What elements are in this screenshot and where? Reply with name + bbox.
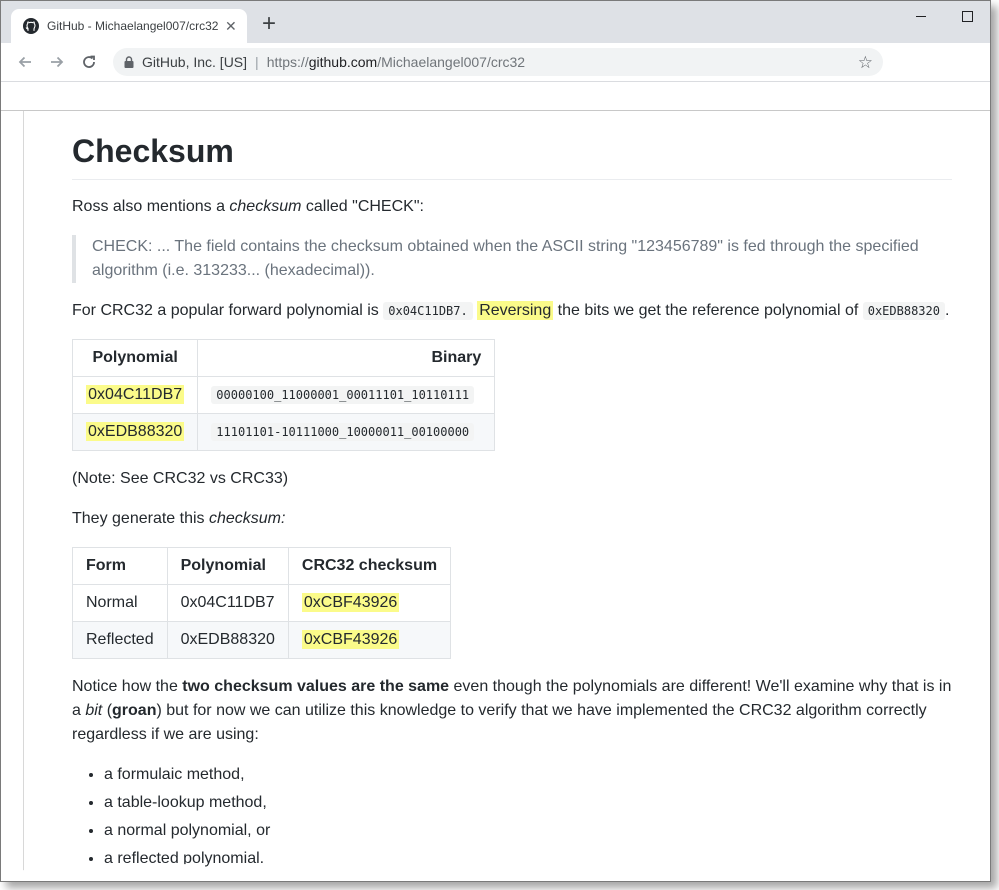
check-quote: CHECK: ... The field contains the checks… [72, 235, 952, 283]
page-left-rule [23, 111, 24, 881]
torn-edge [1, 864, 990, 881]
reflected-polynomial-code: 0xEDB88320 [862, 302, 945, 320]
minimize-icon[interactable] [898, 1, 944, 31]
generate-emphasis: checksum: [208, 510, 286, 527]
maximize-icon[interactable] [944, 1, 990, 31]
intro-text-end: called "CHECK": [301, 198, 424, 215]
new-tab-icon[interactable]: + [262, 12, 276, 36]
table-header-row: Form Polynomial CRC32 checksum [72, 547, 452, 585]
list-item: a table-lookup method, [104, 789, 952, 817]
window-controls [898, 1, 990, 31]
address-bar[interactable]: GitHub, Inc. [US] | https://github.com/M… [113, 48, 883, 76]
table-header: Polynomial [71, 339, 199, 377]
table-row: 0xEDB88320 11101101-10111000_10000011_00… [71, 413, 496, 451]
generate-paragraph: They generate this checksum: [72, 507, 952, 531]
forward-polynomial-code: 0x04C11DB7. [383, 302, 473, 320]
table-cell: Reflected [72, 621, 168, 659]
notice-text-3: ( [102, 702, 113, 719]
poly-text: For CRC32 a popular forward polynomial i… [72, 302, 384, 319]
generate-text: They generate this [72, 510, 209, 527]
table-header: Binary [197, 339, 496, 377]
table-row: Reflected 0xEDB88320 0xCBF43926 [72, 621, 452, 659]
checksum-value: 0xCBF43926 [301, 630, 400, 649]
polynomial-binary-table: Polynomial Binary 0x04C11DB7 00000100_11… [71, 339, 496, 451]
checksum-value: 0xCBF43926 [301, 593, 400, 612]
poly-text-end: . [944, 302, 950, 319]
checksum-table: Form Polynomial CRC32 checksum Normal 0x… [72, 547, 452, 659]
table-header-row: Polynomial Binary [71, 339, 496, 377]
table-cell: 0xCBF43926 [287, 621, 452, 659]
table-cell: 0x04C11DB7 [166, 584, 289, 622]
forward-icon[interactable] [47, 52, 67, 72]
bookmark-star-icon[interactable]: ☆ [858, 53, 873, 73]
table-header: CRC32 checksum [287, 547, 452, 585]
url-separator: | [255, 54, 259, 70]
table-cell: Normal [72, 584, 168, 622]
url-host: github.com [308, 54, 378, 70]
method-list: a formulaic method, a table-lookup metho… [72, 761, 952, 873]
binary-value: 00000100_11000001_00011101_10110111 [211, 386, 475, 404]
polynomial-paragraph: For CRC32 a popular forward polynomial i… [72, 299, 952, 323]
notice-paragraph: Notice how the two checksum values are t… [72, 675, 952, 747]
notice-strong-2: groan [112, 702, 157, 719]
notice-emphasis: bit [85, 702, 103, 719]
browser-tab[interactable]: GitHub - Michaelangel007/crc32 ✕ [11, 9, 247, 43]
site-identity: GitHub, Inc. [US] [142, 54, 248, 70]
table-cell: 0xEDB88320 [71, 413, 199, 451]
url-scheme: https:// [266, 54, 309, 70]
intro-emphasis: checksum [229, 198, 302, 215]
table-cell: 11101101-10111000_10000011_00100000 [197, 413, 496, 451]
binary-value: 11101101-10111000_10000011_00100000 [211, 423, 475, 441]
notice-text: Notice how the [72, 678, 183, 695]
page-top [1, 82, 990, 111]
reversing-highlight: Reversing [477, 301, 554, 320]
list-item: a normal polynomial, or [104, 817, 952, 845]
intro-text: Ross also mentions a [72, 198, 230, 215]
readme-content: Checksum Ross also mentions a checksum c… [71, 111, 952, 873]
intro-paragraph: Ross also mentions a checksum called "CH… [72, 195, 952, 219]
browser-window: GitHub - Michaelangel007/crc32 ✕ + GitHu… [0, 0, 991, 882]
lock-icon [124, 56, 134, 68]
table-cell: 0xEDB88320 [166, 621, 289, 659]
notice-text-4: ) but for now we can utilize this knowle… [72, 702, 927, 743]
table-cell: 0xCBF43926 [287, 584, 452, 622]
notice-strong: two checksum values are the same [182, 678, 450, 695]
tab-strip: GitHub - Michaelangel007/crc32 ✕ + [1, 1, 990, 43]
table-row: 0x04C11DB7 00000100_11000001_00011101_10… [71, 376, 496, 414]
poly-text-middle: the bits we get the reference polynomial… [553, 302, 863, 319]
page-title: Checksum [72, 131, 952, 180]
table-row: Normal 0x04C11DB7 0xCBF43926 [72, 584, 452, 622]
note-paragraph: (Note: See CRC32 vs CRC33) [72, 470, 289, 487]
tab-title: GitHub - Michaelangel007/crc32 [47, 19, 219, 33]
url-path: /Michaelangel007/crc32 [377, 54, 526, 70]
table-cell: 00000100_11000001_00011101_10110111 [197, 376, 496, 414]
reload-icon[interactable] [79, 52, 99, 72]
close-icon[interactable]: ✕ [225, 18, 237, 35]
table-header: Polynomial [166, 547, 289, 585]
polynomial-value: 0xEDB88320 [86, 422, 185, 441]
back-icon[interactable] [15, 52, 35, 72]
polynomial-value: 0x04C11DB7 [86, 385, 185, 404]
github-favicon [23, 18, 39, 34]
table-header: Form [72, 547, 168, 585]
table-cell: 0x04C11DB7 [71, 376, 199, 414]
browser-toolbar: GitHub, Inc. [US] | https://github.com/M… [1, 43, 990, 82]
list-item: a formulaic method, [104, 761, 952, 789]
